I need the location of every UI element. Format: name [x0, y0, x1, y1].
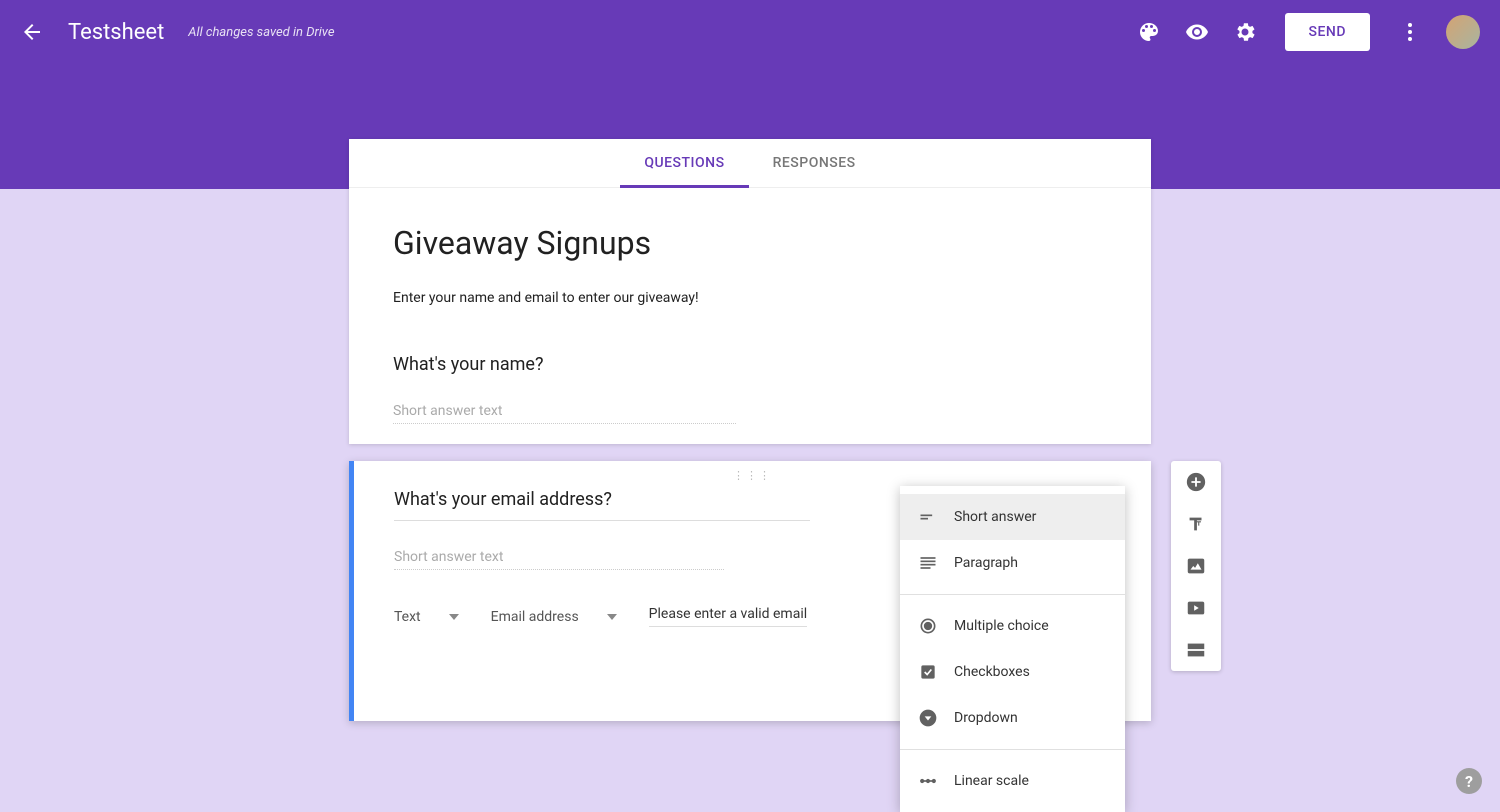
- radio-icon: [918, 616, 938, 636]
- save-status: All changes saved in Drive: [188, 25, 334, 40]
- paragraph-icon: [918, 553, 938, 573]
- dd-divider: [900, 749, 1125, 750]
- linear-scale-icon: [918, 771, 938, 791]
- question-1-title[interactable]: What's your name?: [393, 354, 1107, 375]
- validation-type-dropdown[interactable]: Text: [394, 609, 459, 625]
- add-image-icon[interactable]: [1185, 555, 1207, 577]
- dropdown-icon: [918, 708, 938, 728]
- drag-handle-icon[interactable]: ⋮⋮⋮: [733, 469, 772, 482]
- dd-divider: [900, 594, 1125, 595]
- dd-label: Linear scale: [954, 773, 1029, 789]
- add-title-icon[interactable]: [1185, 513, 1207, 535]
- validation-type-value: Text: [394, 609, 421, 625]
- back-arrow-icon[interactable]: [20, 20, 44, 44]
- dd-label: Paragraph: [954, 555, 1018, 571]
- chevron-down-icon: [449, 614, 459, 620]
- add-section-icon[interactable]: [1185, 639, 1207, 661]
- dd-dropdown[interactable]: Dropdown: [900, 695, 1125, 741]
- question-2-answer-placeholder: Short answer text: [394, 549, 724, 570]
- dd-label: Short answer: [954, 509, 1036, 525]
- dd-linear-scale[interactable]: Linear scale: [900, 758, 1125, 804]
- question-2-title[interactable]: What's your email address?: [394, 489, 810, 521]
- dd-label: Dropdown: [954, 710, 1018, 726]
- side-toolbar: [1171, 461, 1221, 671]
- question-type-dropdown: Short answer Paragraph Multiple choice C…: [900, 486, 1125, 812]
- add-question-icon[interactable]: [1185, 471, 1207, 493]
- chevron-down-icon: [607, 614, 617, 620]
- dd-checkboxes[interactable]: Checkboxes: [900, 649, 1125, 695]
- tab-responses[interactable]: RESPONSES: [749, 139, 880, 187]
- validation-subtype-dropdown[interactable]: Email address: [491, 609, 617, 625]
- validation-subtype-value: Email address: [491, 609, 579, 625]
- form-title[interactable]: Giveaway Signups: [393, 224, 1107, 262]
- add-video-icon[interactable]: [1185, 597, 1207, 619]
- settings-icon[interactable]: [1233, 20, 1257, 44]
- dd-label: Checkboxes: [954, 664, 1030, 680]
- palette-icon[interactable]: [1137, 20, 1161, 44]
- help-icon[interactable]: ?: [1456, 768, 1482, 794]
- preview-icon[interactable]: [1185, 20, 1209, 44]
- checkbox-icon: [918, 662, 938, 682]
- user-avatar[interactable]: [1446, 15, 1480, 49]
- dd-short-answer[interactable]: Short answer: [900, 494, 1125, 540]
- short-answer-icon: [918, 507, 938, 527]
- form-description[interactable]: Enter your name and email to enter our g…: [393, 290, 1107, 306]
- validation-error-input[interactable]: Please enter a valid email: [649, 606, 807, 627]
- dd-paragraph[interactable]: Paragraph: [900, 540, 1125, 586]
- question-1-answer-placeholder: Short answer text: [393, 403, 736, 424]
- form-card: QUESTIONS RESPONSES Giveaway Signups Ent…: [349, 139, 1151, 444]
- more-vert-icon[interactable]: [1398, 20, 1422, 44]
- send-button[interactable]: SEND: [1285, 13, 1370, 51]
- dd-multiple-choice[interactable]: Multiple choice: [900, 603, 1125, 649]
- tab-questions[interactable]: QUESTIONS: [620, 139, 748, 187]
- document-title[interactable]: Testsheet: [68, 20, 164, 45]
- tab-row: QUESTIONS RESPONSES: [349, 139, 1151, 188]
- dd-label: Multiple choice: [954, 618, 1049, 634]
